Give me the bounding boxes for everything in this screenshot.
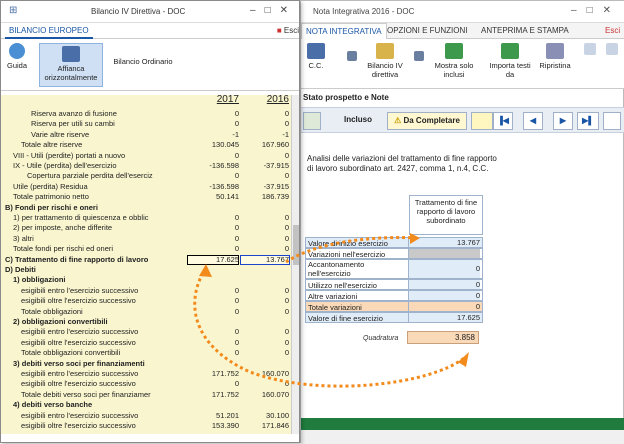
arrow-tfr-2017: [193, 267, 465, 388]
arrow-overlay: [193, 233, 469, 388]
arrow-tfr-2016: [285, 236, 417, 264]
arrow-head-top: [410, 233, 420, 244]
arrow-head-left: [199, 264, 212, 277]
arrow-head-right: [458, 352, 469, 367]
